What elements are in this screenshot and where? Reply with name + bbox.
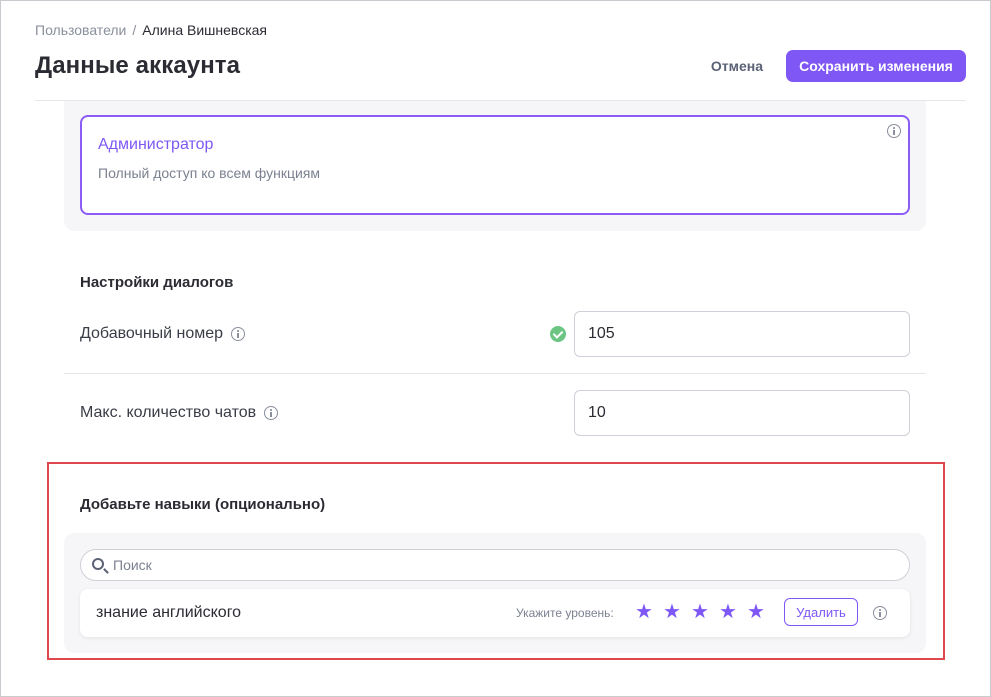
search-icon xyxy=(92,558,104,570)
dialog-settings-title: Настройки диалогов xyxy=(80,274,234,291)
info-icon[interactable] xyxy=(887,124,901,138)
search-input[interactable] xyxy=(113,550,893,580)
row-divider xyxy=(64,373,926,374)
check-circle-icon xyxy=(550,326,566,342)
info-icon[interactable] xyxy=(873,606,887,620)
star-icon[interactable]: ★ xyxy=(717,601,739,623)
role-title: Администратор xyxy=(98,136,214,153)
max-chats-row-label: Макс. количество чатов xyxy=(80,404,279,422)
page-title: Данные аккаунта xyxy=(35,52,241,79)
star-icon[interactable]: ★ xyxy=(745,601,767,623)
info-icon[interactable] xyxy=(231,327,246,341)
delete-button[interactable]: Удалить xyxy=(784,598,858,626)
star-icon[interactable]: ★ xyxy=(633,601,655,623)
info-icon[interactable] xyxy=(264,406,279,420)
star-icon[interactable]: ★ xyxy=(661,601,683,623)
breadcrumb-separator: / xyxy=(132,22,137,38)
skills-title: Добавьте навыки (опционально) xyxy=(80,496,326,513)
star-icon[interactable]: ★ xyxy=(689,601,711,623)
role-description: Полный доступ ко всем функциям xyxy=(98,165,321,181)
extension-label: Добавочный номер xyxy=(80,325,224,342)
skills-search xyxy=(80,549,910,581)
skill-item: знание английского Укажите уровень: ★ ★ … xyxy=(80,589,910,637)
max-chats-label: Макс. количество чатов xyxy=(80,404,257,421)
breadcrumb: Пользователи / Алина Вишневская xyxy=(35,22,267,38)
level-label: Укажите уровень: xyxy=(516,606,614,620)
extension-input[interactable] xyxy=(574,311,910,357)
save-button[interactable]: Сохранить изменения xyxy=(786,50,966,82)
cancel-button[interactable]: Отмена xyxy=(699,52,775,80)
breadcrumb-link-users[interactable]: Пользователи xyxy=(35,22,126,38)
skill-name: знание английского xyxy=(96,604,242,621)
breadcrumb-current: Алина Вишневская xyxy=(142,22,268,38)
rating-stars[interactable]: ★ ★ ★ ★ ★ xyxy=(633,601,767,623)
extension-row-label: Добавочный номер xyxy=(80,325,246,343)
max-chats-input[interactable] xyxy=(574,390,910,436)
